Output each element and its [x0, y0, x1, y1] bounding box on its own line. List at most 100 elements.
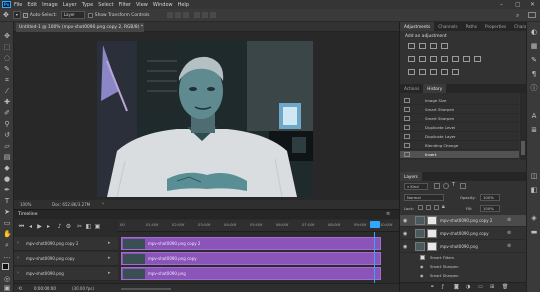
menu-filter[interactable]: Filter [119, 2, 131, 8]
levels-icon[interactable] [419, 43, 426, 49]
search-icon[interactable]: ⌕ [516, 12, 519, 20]
smart-filter-mask-thumbnail[interactable] [427, 216, 437, 225]
tab-layers[interactable]: Layers [400, 172, 422, 181]
add-mask-icon[interactable]: ◙ [454, 284, 459, 290]
show-transform-checkbox[interactable] [87, 12, 93, 18]
lock-all-icon[interactable]: 🔒︎ [442, 204, 445, 210]
smart-filters-row[interactable]: Smart Filters [400, 254, 527, 262]
close-button[interactable]: ✕ [530, 1, 535, 8]
zoom-slider[interactable] [121, 288, 171, 290]
selective-color-icon[interactable] [452, 69, 459, 75]
visibility-eye-icon[interactable]: ◉ [420, 264, 424, 269]
layer-row[interactable]: ◉ mpv-shot0090.png ⊚ [400, 241, 527, 253]
brushes-panel-icon[interactable]: ✎ [530, 56, 538, 64]
menu-image[interactable]: Image [42, 2, 58, 8]
threshold-icon[interactable] [430, 69, 437, 75]
visibility-eye-icon[interactable]: ◉ [403, 218, 407, 224]
document-tab[interactable]: Untitled-1 @ 100% (mpv-shot0090.png copy… [16, 23, 144, 32]
menu-edit[interactable]: Edit [27, 2, 37, 8]
exposure-icon[interactable] [441, 43, 448, 49]
vibrance-icon[interactable] [408, 56, 415, 62]
smart-filter-item[interactable]: ◉ Smart Sharpen [400, 272, 527, 280]
info-panel-icon[interactable]: ⓘ [530, 84, 538, 92]
tab-history[interactable]: History [423, 84, 447, 93]
history-scroll-thumb[interactable] [521, 141, 525, 155]
menu-select[interactable]: Select [98, 2, 113, 8]
auto-select-checkbox[interactable]: ✓ [22, 12, 28, 18]
timeline-clip[interactable]: mpv-shot0090.png copy 2 [121, 237, 381, 250]
hand-tool-icon[interactable]: ✋ [3, 230, 12, 238]
more-tools-icon[interactable]: … [3, 252, 11, 260]
maximize-button[interactable]: ▢ [515, 1, 521, 8]
settings-gear-icon[interactable]: ⚙ [65, 223, 72, 230]
photo-filter-icon[interactable] [452, 56, 459, 62]
fill-input[interactable]: 100% [480, 205, 500, 212]
expand-caret-icon[interactable]: › [17, 255, 19, 261]
tab-actions[interactable]: Actions [400, 84, 423, 93]
timeline-panel-icon[interactable]: ▬ [530, 228, 538, 236]
render-icon[interactable]: ▣ [94, 223, 101, 230]
timeline-tab[interactable]: Timeline [18, 212, 38, 217]
align-center-icon[interactable] [202, 12, 209, 18]
character-panel-icon[interactable]: A [530, 112, 538, 120]
lock-position-icon[interactable] [434, 205, 439, 210]
filter-adjustment-icon[interactable] [443, 183, 449, 189]
filter-type-icon[interactable]: T [452, 182, 455, 188]
opacity-input[interactable]: 100% [480, 194, 500, 201]
clone-stamp-tool-icon[interactable]: ⚲ [3, 120, 11, 128]
path-select-tool-icon[interactable]: ➤ [3, 208, 11, 216]
3d-panel-icon[interactable]: ◈ [530, 214, 538, 222]
menu-layer[interactable]: Layer [63, 2, 77, 8]
auto-select-dropdown[interactable]: Layer [60, 11, 85, 19]
channel-mixer-icon[interactable] [463, 56, 470, 62]
track-label[interactable]: › mpv-shot0090.png copy ▸ [14, 252, 118, 266]
healing-brush-tool-icon[interactable]: ✚ [3, 98, 11, 106]
brush-tool-icon[interactable]: ✐ [3, 109, 11, 117]
fx-icon[interactable]: ƒ [442, 284, 444, 290]
lock-pixels-icon[interactable] [426, 205, 431, 210]
pen-tool-icon[interactable]: ✒ [3, 186, 11, 194]
gradient-tool-icon[interactable]: ▤ [3, 153, 11, 161]
screen-mode-icon[interactable]: ▣ [3, 284, 11, 292]
audio-icon[interactable]: ♪ [56, 223, 63, 230]
menu-type[interactable]: Type [82, 2, 93, 8]
blur-tool-icon[interactable]: ◆ [3, 164, 11, 172]
new-group-icon[interactable]: ▭ [478, 284, 483, 290]
convert-frame-icon[interactable]: ⟲ [18, 286, 22, 292]
quick-mask-icon[interactable]: ◎ [3, 275, 11, 283]
lasso-tool-icon[interactable]: ◌ [3, 54, 11, 62]
history-item-selected[interactable]: Invert [400, 151, 519, 159]
invert-icon[interactable] [408, 69, 415, 75]
align-middle-icon[interactable] [175, 12, 182, 18]
track-label[interactable]: › mpv-shot0090.png copy 2 ▸ [14, 237, 118, 251]
type-tool-icon[interactable]: T [3, 197, 11, 205]
smart-filter-mask-icon[interactable] [420, 255, 425, 260]
zoom-readout[interactable]: 100% [20, 200, 31, 209]
align-left-icon[interactable] [194, 12, 201, 18]
brightness-contrast-icon[interactable] [408, 43, 415, 49]
curves-icon[interactable] [430, 43, 437, 49]
filter-pixel-icon[interactable] [434, 183, 440, 189]
history-item[interactable]: Blending Change [400, 142, 519, 150]
smart-filter-mask-thumbnail[interactable] [427, 229, 437, 238]
dodge-tool-icon[interactable]: ● [3, 175, 11, 183]
work-area-end-marker[interactable] [370, 221, 380, 228]
timeline-clip[interactable]: mpv-shot0090.png copy [121, 252, 381, 265]
lock-transparent-icon[interactable] [418, 205, 423, 210]
timeline-clip[interactable]: mpv-shot0090.png [121, 267, 381, 280]
tab-properties[interactable]: Properties [481, 22, 510, 31]
swatches-panel-icon[interactable]: ▦ [530, 42, 538, 50]
status-arrow-icon[interactable]: › [102, 200, 104, 209]
prev-frame-icon[interactable]: ◂ [27, 223, 34, 230]
transition-icon[interactable]: ◧ [85, 223, 92, 230]
marquee-tool-icon[interactable]: ⬚ [3, 43, 11, 51]
eraser-tool-icon[interactable]: ▱ [3, 142, 11, 150]
eyedropper-tool-icon[interactable]: ⁄ [3, 87, 11, 95]
zoom-tool-icon[interactable]: ⌕ [3, 241, 11, 249]
color-balance-icon[interactable] [430, 56, 437, 62]
tab-channels[interactable]: Channels [434, 22, 461, 31]
kind-filter-dropdown[interactable]: ⌕ Kind [404, 183, 428, 190]
filter-shape-icon[interactable] [460, 183, 466, 189]
align-right-icon[interactable] [210, 12, 217, 18]
visibility-eye-icon[interactable]: ◉ [403, 244, 407, 250]
